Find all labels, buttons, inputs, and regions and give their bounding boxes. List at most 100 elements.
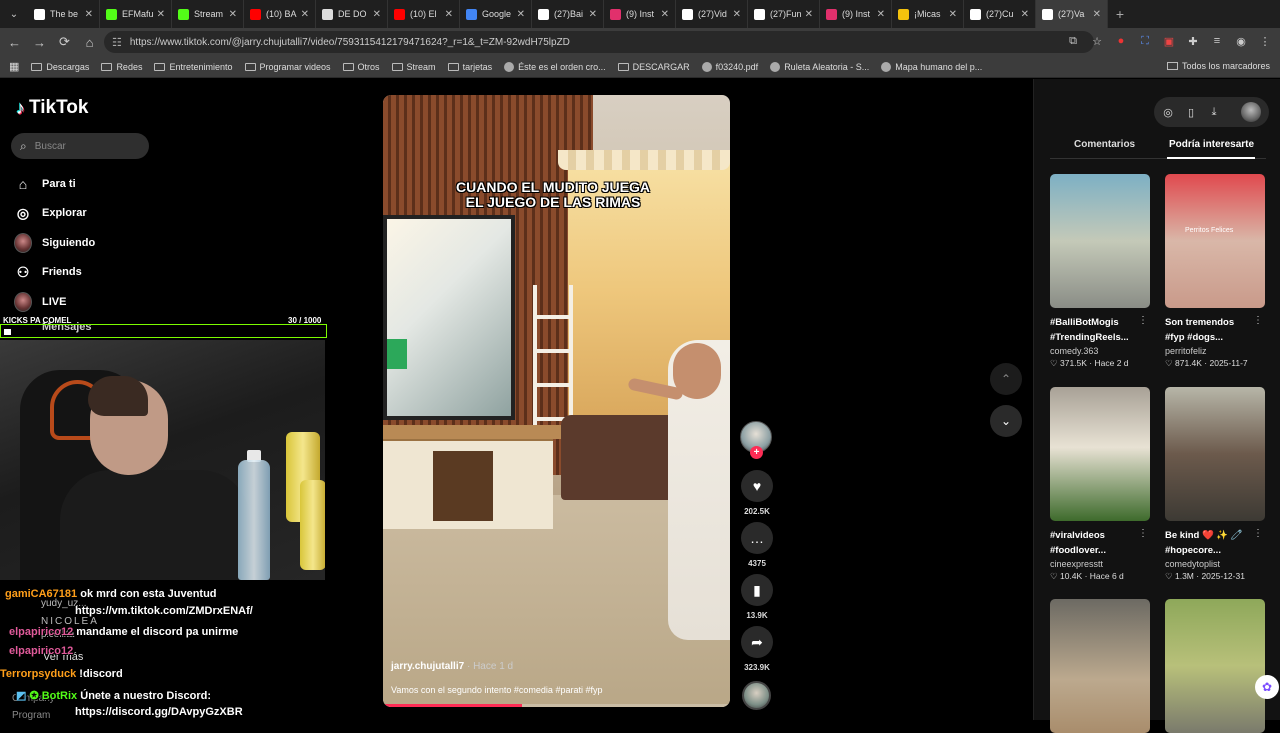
browser-menu-icon[interactable]: ⋮ — [1258, 34, 1272, 48]
tab-podria-interesarte[interactable]: Podría interesarte — [1169, 139, 1254, 150]
recommended-video-card[interactable]: #BalliBotMogis #TrendingReels... comedy.36… — [1050, 174, 1150, 369]
bookmark-item[interactable]: f03240.pdf — [701, 61, 758, 72]
browser-tab[interactable]: EFMafu ✕ — [100, 0, 172, 28]
bookmark-item[interactable]: Stream — [391, 62, 436, 72]
video-username[interactable]: jarry.chujutalli7 — [391, 661, 464, 672]
new-tab-button[interactable]: + — [1108, 6, 1132, 22]
music-disc-icon[interactable] — [742, 681, 771, 710]
follow-plus-icon[interactable]: + — [750, 446, 763, 459]
video-thumbnail[interactable]: Perritos Felices — [1165, 174, 1265, 308]
tab-close-icon[interactable]: ✕ — [517, 9, 525, 20]
tab-close-icon[interactable]: ✕ — [373, 9, 381, 20]
extension-red-square-icon[interactable]: ▣ — [1162, 34, 1176, 48]
browser-tab[interactable]: (10) El ✕ — [388, 0, 460, 28]
video-thumbnail[interactable] — [1050, 387, 1150, 521]
comment-button[interactable]: … 4375 — [739, 522, 775, 568]
card-author[interactable]: comedytoplist — [1165, 559, 1265, 569]
video-thumbnail[interactable] — [1050, 174, 1150, 308]
browser-tab[interactable]: (10) BA ✕ — [244, 0, 316, 28]
apps-grid-icon[interactable]: ▦ — [9, 60, 19, 73]
reading-list-icon[interactable]: ≡ — [1210, 34, 1224, 48]
video-thumbnail[interactable] — [1165, 599, 1265, 733]
nav-item-live[interactable]: LIVE — [14, 287, 95, 317]
card-author[interactable]: cineexpresstt — [1050, 559, 1150, 569]
card-hashtags[interactable]: #hopecore... — [1165, 543, 1265, 558]
download-icon[interactable]: ⤓ — [1206, 104, 1222, 120]
browser-tab[interactable]: ¡Micas ✕ — [892, 0, 964, 28]
browser-tab[interactable]: (27)Fun ✕ — [748, 0, 820, 28]
profile-icon[interactable]: ◉ — [1234, 34, 1248, 48]
tab-close-icon[interactable]: ✕ — [805, 9, 813, 20]
extension-red-icon[interactable]: ● — [1114, 34, 1128, 48]
reload-button[interactable]: ⟳ — [52, 34, 77, 50]
browser-tab[interactable]: Stream ✕ — [172, 0, 244, 28]
tiktok-logo[interactable]: ♪ TikTok — [16, 97, 88, 119]
recommended-video-card[interactable]: #viralvideos #foodlover... cineexpresstt ♡ … — [1050, 387, 1150, 582]
assistant-icon[interactable]: ✿ — [1255, 675, 1279, 699]
bookmark-item[interactable]: Otros — [342, 62, 380, 72]
card-author[interactable]: comedy.363 — [1050, 346, 1150, 356]
more-options-icon[interactable]: ⋮ — [1138, 315, 1148, 326]
video-thumbnail[interactable] — [1165, 387, 1265, 521]
bookmark-item[interactable]: Entretenimiento — [154, 62, 233, 72]
card-title[interactable]: Son tremendos — [1165, 315, 1265, 330]
browser-tab[interactable]: (27)Vid ✕ — [676, 0, 748, 28]
card-hashtags[interactable]: #foodlover... — [1050, 543, 1150, 558]
address-bar[interactable]: ☷ https://www.tiktok.com/@jarry.chujutal… — [104, 31, 1094, 53]
tab-close-icon[interactable]: ✕ — [949, 9, 957, 20]
recommended-video-card[interactable]: Perritos Felices Son tremendos #fyp #dogs.… — [1165, 174, 1265, 369]
bookmark-item[interactable]: Descargas — [31, 62, 89, 72]
nav-item-friends[interactable]: ⚇ Friends — [14, 258, 95, 288]
browser-tab[interactable]: DE DO ✕ — [316, 0, 388, 28]
back-button[interactable]: ← — [2, 35, 27, 50]
all-bookmarks-button[interactable]: Todos los marcadores — [1166, 61, 1270, 71]
more-options-icon[interactable]: ⋮ — [1253, 528, 1263, 539]
tab-close-icon[interactable]: ✕ — [229, 9, 237, 20]
like-button[interactable]: ♥ 202.5K — [739, 470, 775, 516]
browser-tab[interactable]: (9) Inst ✕ — [820, 0, 892, 28]
nav-item-para-ti[interactable]: ⌂ Para ti — [14, 169, 95, 199]
bookmark-item[interactable]: Programar videos — [244, 62, 331, 72]
tab-close-icon[interactable]: ✕ — [661, 9, 669, 20]
home-button[interactable]: ⌂ — [77, 35, 102, 50]
tab-close-icon[interactable]: ✕ — [301, 9, 309, 20]
previous-video-button[interactable]: ⌃ — [990, 363, 1022, 395]
tab-close-icon[interactable]: ✕ — [877, 9, 885, 20]
tab-comentarios[interactable]: Comentarios — [1074, 139, 1135, 150]
extensions-puzzle-icon[interactable]: ✚ — [1186, 34, 1200, 48]
bookmark-star-icon[interactable]: ☆ — [1090, 34, 1104, 48]
profile-avatar[interactable] — [1241, 102, 1261, 122]
more-options-icon[interactable]: ⋮ — [1138, 528, 1148, 539]
nav-item-siguiendo[interactable]: Siguiendo — [14, 228, 95, 258]
tab-close-icon[interactable]: ✕ — [1021, 9, 1029, 20]
forward-button[interactable]: → — [27, 35, 52, 50]
save-button[interactable]: ▮ 13.9K — [739, 574, 775, 620]
tab-close-icon[interactable]: ✕ — [733, 9, 741, 20]
video-progress-bar[interactable] — [383, 704, 730, 707]
tab-close-icon[interactable]: ✕ — [157, 9, 165, 20]
card-hashtags[interactable]: #TrendingReels... — [1050, 330, 1150, 345]
next-video-button[interactable]: ⌄ — [990, 405, 1022, 437]
browser-tab[interactable]: (27)Va ✕ — [1036, 0, 1108, 28]
tab-close-icon[interactable]: ✕ — [445, 9, 453, 20]
card-title[interactable]: #BalliBotMogis — [1050, 315, 1150, 330]
browser-tab[interactable]: (27)Cu ✕ — [964, 0, 1036, 28]
bookmark-item[interactable]: Redes — [101, 62, 142, 72]
bookmark-item[interactable]: Éste es el orden cro... — [504, 61, 606, 72]
bookmark-item[interactable]: DESCARGAR — [617, 62, 690, 72]
card-title[interactable]: #viralvideos — [1050, 528, 1150, 543]
browser-tab[interactable]: (27)Bai ✕ — [532, 0, 604, 28]
tab-close-icon[interactable]: ✕ — [1093, 9, 1101, 20]
browser-tab[interactable]: (9) Inst ✕ — [604, 0, 676, 28]
video-player[interactable]: CUANDO EL MUDITO JUEGA EL JUEGO DE LAS R… — [383, 95, 730, 707]
browser-tab[interactable]: The be ✕ — [28, 0, 100, 28]
tab-search-menu-button[interactable]: ⌄ — [0, 0, 28, 28]
site-info-icon[interactable]: ☷ — [112, 36, 122, 49]
video-author[interactable]: jarry.chujutalli7 · Hace 1 d — [391, 661, 513, 672]
card-author[interactable]: perritofeliz — [1165, 346, 1265, 356]
tab-close-icon[interactable]: ✕ — [85, 9, 93, 20]
video-thumbnail[interactable] — [1050, 599, 1150, 733]
nav-item-explorar[interactable]: ◎ Explorar — [14, 199, 95, 229]
recommended-video-card[interactable] — [1165, 599, 1265, 733]
bookmark-item[interactable]: tarjetas — [447, 62, 492, 72]
